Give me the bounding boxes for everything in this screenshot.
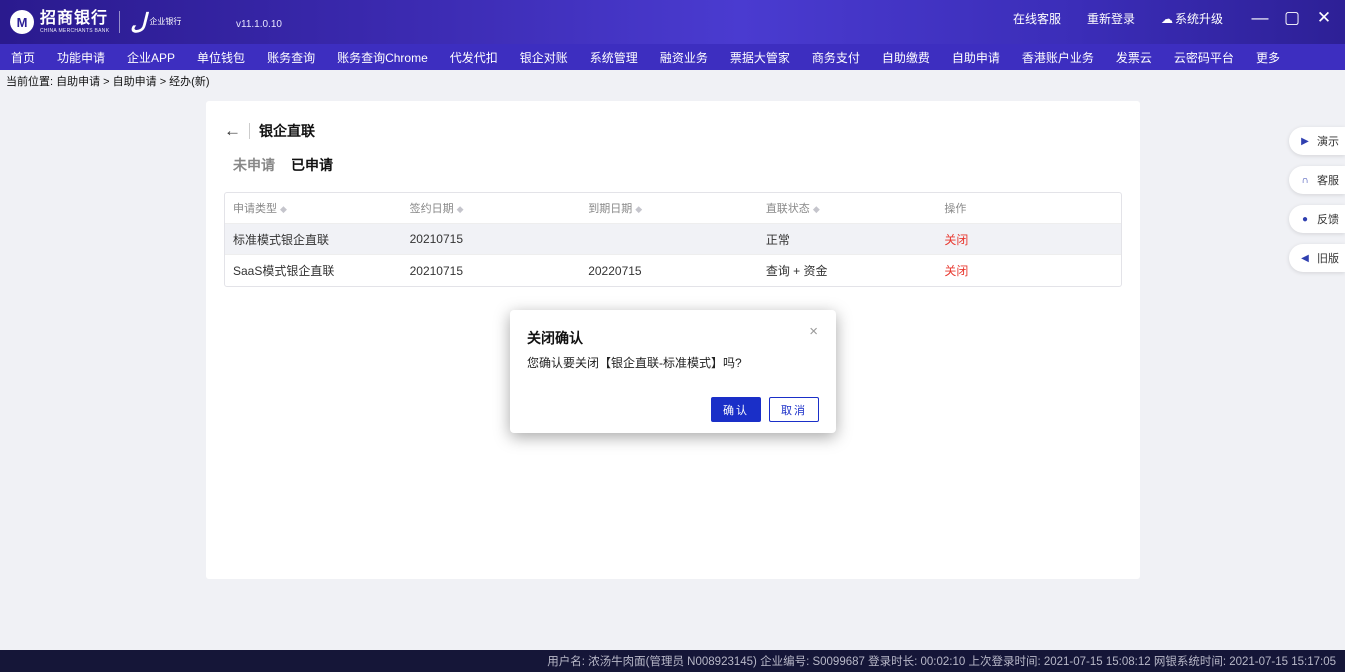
cell-expire-date: 20220715 bbox=[588, 263, 642, 278]
status-bar: 用户名: 浓汤牛肉面(管理员 N008923145) 企业编号: S009968… bbox=[0, 650, 1345, 672]
menu-item-hk-account[interactable]: 香港账户业务 bbox=[1022, 49, 1094, 66]
main-menu: 首页 功能申请 企业APP 单位钱包 账务查询 账务查询Chrome 代发代扣 … bbox=[0, 44, 1345, 70]
menu-item-function-apply[interactable]: 功能申请 bbox=[57, 49, 105, 66]
logo-divider bbox=[119, 11, 121, 33]
relogin-link[interactable]: 重新登录 bbox=[1087, 10, 1135, 27]
close-action-link[interactable]: 关闭 bbox=[936, 262, 1121, 279]
table-row: SaaS模式银企直联 20210715 20220715 查询 + 资金 关闭 bbox=[225, 255, 1121, 286]
maximize-button[interactable]: ▢ bbox=[1281, 8, 1303, 28]
sort-icon[interactable]: ◆ bbox=[457, 204, 464, 214]
bank-name-en: CHINA MERCHANTS BANK bbox=[40, 27, 110, 34]
confirm-button[interactable]: 确认 bbox=[711, 397, 761, 422]
menu-item-reconciliation[interactable]: 银企对账 bbox=[520, 49, 568, 66]
cell-sign-date: 20210715 bbox=[409, 232, 463, 246]
customer-service-button[interactable]: ∩ 客服 bbox=[1289, 166, 1345, 194]
chat-icon: ● bbox=[1301, 213, 1309, 225]
dialog-title: 关闭确认 bbox=[527, 330, 583, 346]
sort-icon[interactable]: ◆ bbox=[635, 204, 642, 214]
dialog-message: 您确认要关闭【银企直联-标准模式】吗? bbox=[527, 356, 742, 370]
title-actions: 在线客服 重新登录 ☁ 系统升级 — ▢ ✕ bbox=[1013, 0, 1345, 36]
table-header-row: 申请类型 ◆ 签约日期 ◆ 到期日期 ◆ 直联状态 ◆ 操作 bbox=[225, 193, 1121, 224]
column-header-type[interactable]: 申请类型 ◆ bbox=[225, 200, 402, 216]
column-header-status[interactable]: 直联状态 ◆ bbox=[758, 200, 937, 216]
menu-item-bill-manager[interactable]: 票据大管家 bbox=[730, 49, 790, 66]
menu-item-financing[interactable]: 融资业务 bbox=[660, 49, 708, 66]
column-header-sign-date[interactable]: 签约日期 ◆ bbox=[402, 200, 581, 216]
title-bar: M 招商银行 CHINA MERCHANTS BANK ل 企业银行 v11.1… bbox=[0, 0, 1345, 44]
version-label: v11.1.0.10 bbox=[236, 19, 282, 30]
menu-item-wallet[interactable]: 单位钱包 bbox=[197, 49, 245, 66]
reply-icon: ◀ bbox=[1301, 252, 1309, 264]
menu-item-business-payment[interactable]: 商务支付 bbox=[812, 49, 860, 66]
window-close-button[interactable]: ✕ bbox=[1313, 8, 1335, 28]
back-arrow-icon[interactable]: ← bbox=[224, 121, 241, 141]
menu-item-home[interactable]: 首页 bbox=[11, 49, 35, 66]
header-divider bbox=[249, 123, 250, 139]
cancel-button[interactable]: 取消 bbox=[769, 397, 819, 422]
menu-item-account-query[interactable]: 账务查询 bbox=[267, 49, 315, 66]
side-toolbar: ▶ 演示 ∩ 客服 ● 反馈 ◀ 旧版 bbox=[1289, 127, 1345, 283]
dialog-close-icon[interactable]: × bbox=[809, 323, 818, 340]
tab-applied[interactable]: 已申请 bbox=[291, 155, 333, 175]
cell-status: 正常 bbox=[765, 232, 790, 247]
menu-item-cloud-crypto[interactable]: 云密码平台 bbox=[1174, 49, 1234, 66]
tab-bar: 未申请 已申请 bbox=[233, 155, 349, 175]
card-header: ← 银企直联 bbox=[224, 121, 315, 141]
cloud-download-icon: ☁ bbox=[1160, 11, 1173, 26]
bank-name: 招商银行 bbox=[40, 9, 109, 27]
sort-icon[interactable]: ◆ bbox=[280, 204, 287, 214]
play-icon: ▶ bbox=[1301, 135, 1309, 147]
menu-item-account-query-chrome[interactable]: 账务查询Chrome bbox=[337, 49, 428, 66]
feedback-button[interactable]: ● 反馈 bbox=[1289, 205, 1345, 233]
breadcrumb: 当前位置: 自助申请 > 自助申请 > 经办(新) bbox=[6, 76, 210, 88]
cmb-logo-icon: M bbox=[10, 10, 34, 34]
cell-status: 查询 + 资金 bbox=[765, 264, 828, 278]
menu-item-self-payment[interactable]: 自助缴费 bbox=[882, 49, 930, 66]
column-header-expire-date[interactable]: 到期日期 ◆ bbox=[580, 200, 758, 216]
menu-item-corp-app[interactable]: 企业APP bbox=[127, 49, 175, 66]
column-header-action: 操作 bbox=[944, 203, 967, 215]
cell-type: 标准模式银企直联 bbox=[233, 232, 330, 247]
online-service-link[interactable]: 在线客服 bbox=[1013, 10, 1061, 27]
dialog-actions: 确认 取消 bbox=[703, 397, 819, 422]
page-title: 银企直联 bbox=[259, 123, 315, 139]
close-confirm-dialog: 关闭确认 × 您确认要关闭【银企直联-标准模式】吗? 确认 取消 bbox=[510, 310, 836, 433]
close-action-link[interactable]: 关闭 bbox=[936, 231, 1121, 248]
cell-type: SaaS模式银企直联 bbox=[233, 264, 335, 278]
minimize-button[interactable]: — bbox=[1249, 8, 1271, 28]
menu-item-invoice-cloud[interactable]: 发票云 bbox=[1116, 49, 1152, 66]
corp-bank-label: 企业银行 bbox=[149, 16, 182, 26]
sort-icon[interactable]: ◆ bbox=[813, 204, 820, 214]
cell-sign-date: 20210715 bbox=[409, 263, 463, 278]
table-row: 标准模式银企直联 20210715 正常 关闭 bbox=[225, 224, 1121, 255]
tab-not-applied[interactable]: 未申请 bbox=[233, 155, 275, 175]
menu-item-more[interactable]: 更多 bbox=[1256, 49, 1280, 66]
corp-bank-logo-icon: ل bbox=[130, 9, 147, 34]
old-version-button[interactable]: ◀ 旧版 bbox=[1289, 244, 1345, 272]
menu-item-system-admin[interactable]: 系统管理 bbox=[590, 49, 638, 66]
headset-icon: ∩ bbox=[1301, 174, 1309, 186]
demo-button[interactable]: ▶ 演示 bbox=[1289, 127, 1345, 155]
menu-item-payroll[interactable]: 代发代扣 bbox=[450, 49, 498, 66]
application-table: 申请类型 ◆ 签约日期 ◆ 到期日期 ◆ 直联状态 ◆ 操作 标准模式银企直联 2021… bbox=[224, 192, 1122, 287]
menu-item-self-apply[interactable]: 自助申请 bbox=[952, 49, 1000, 66]
system-upgrade-link[interactable]: ☁ 系统升级 bbox=[1161, 10, 1223, 27]
logo: M 招商银行 CHINA MERCHANTS BANK ل 企业银行 bbox=[10, 9, 181, 35]
